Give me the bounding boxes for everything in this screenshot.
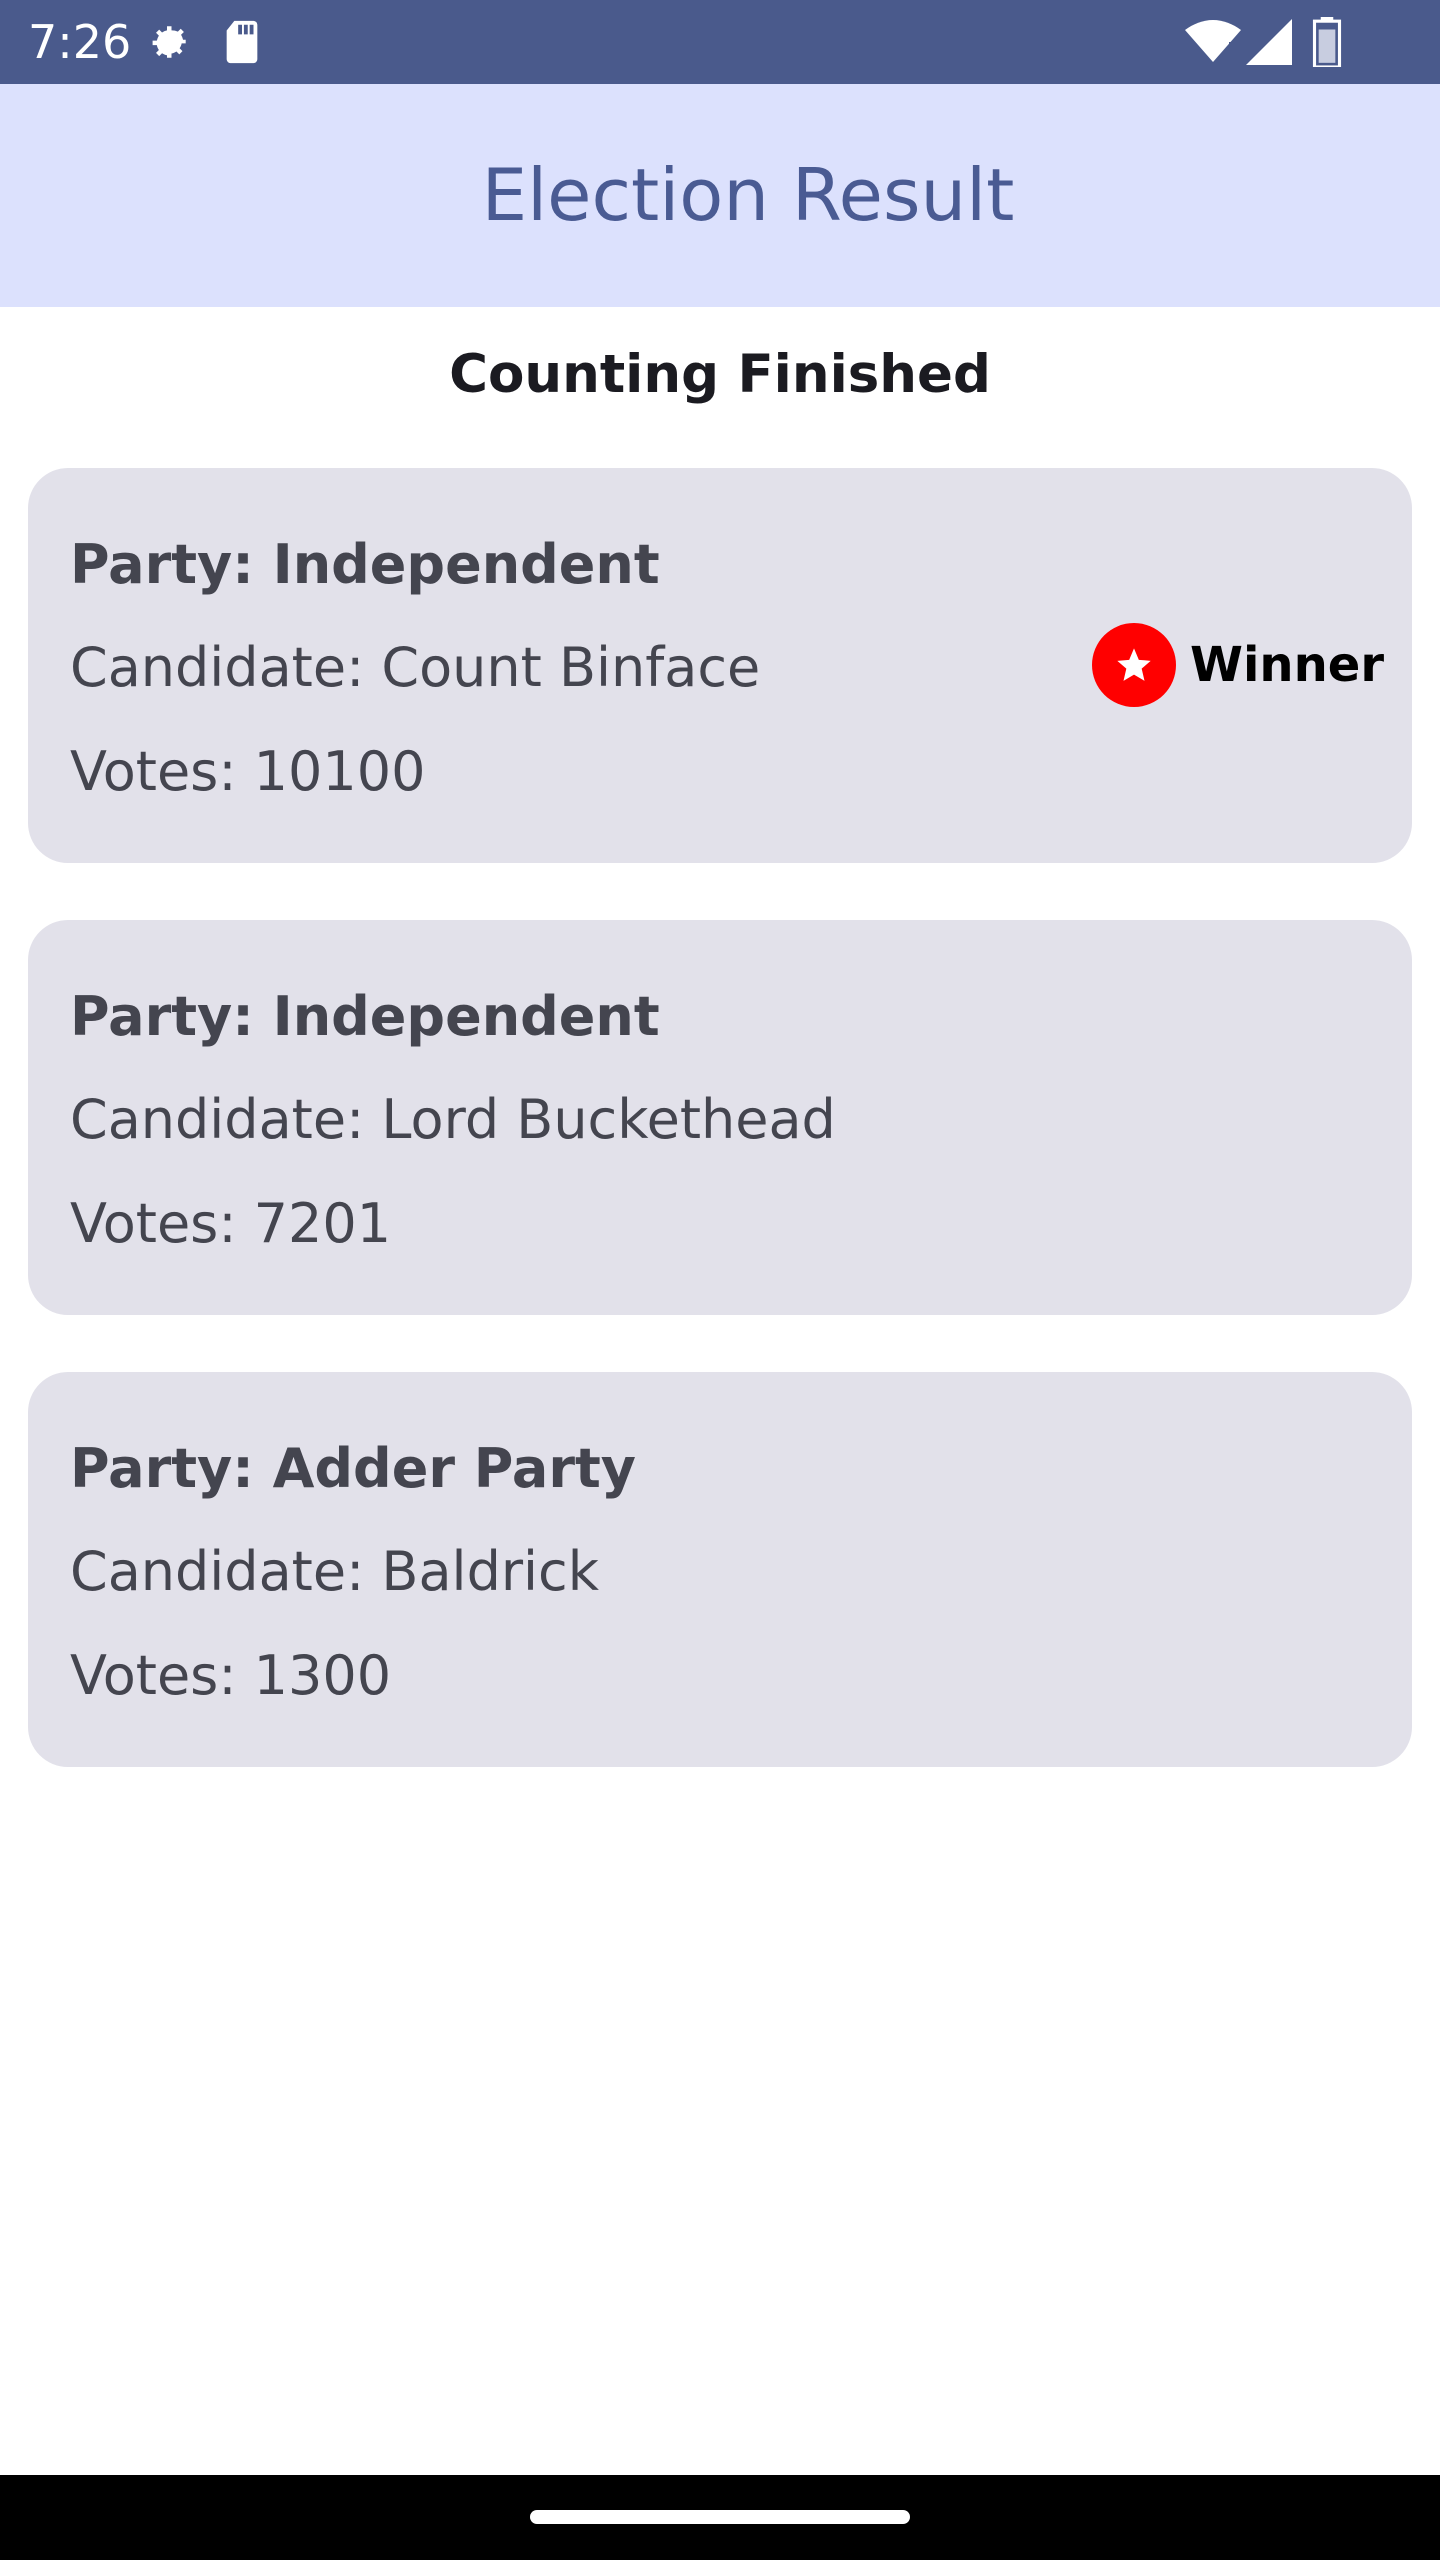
result-card: Party: Adder Party Candidate: Baldrick V… [28, 1372, 1412, 1767]
navigation-bar [0, 2475, 1440, 2560]
votes-label: Votes: 10100 [70, 740, 426, 803]
home-gesture-handle[interactable] [530, 2510, 910, 2524]
battery-icon [1312, 0, 1342, 84]
result-card: Party: Independent Candidate: Lord Bucke… [28, 920, 1412, 1315]
votes-label: Votes: 1300 [70, 1644, 392, 1707]
party-label: Party: Independent [70, 533, 660, 596]
candidate-label: Candidate: Count Binface [70, 636, 761, 699]
sd-card-icon [222, 0, 262, 84]
app-bar: Election Result [0, 84, 1440, 307]
winner-indicator: Winner [1092, 623, 1384, 707]
status-time: 7:26 [28, 15, 132, 69]
counting-status: Counting Finished [449, 344, 991, 405]
winner-label: Winner [1190, 637, 1384, 693]
party-label: Party: Independent [70, 985, 660, 1048]
party-label: Party: Adder Party [70, 1437, 636, 1500]
result-card: Party: Independent Candidate: Count Binf… [28, 468, 1412, 863]
cell-signal-icon [1246, 0, 1292, 84]
settings-gear-icon [140, 0, 194, 84]
candidate-label: Candidate: Baldrick [70, 1540, 600, 1603]
votes-label: Votes: 7201 [70, 1192, 392, 1255]
star-icon [1092, 623, 1177, 707]
wifi-icon [1185, 0, 1241, 84]
page-title: Election Result [481, 153, 1015, 237]
candidate-label: Candidate: Lord Buckethead [70, 1088, 836, 1151]
status-bar: 7:26 [0, 0, 1440, 84]
